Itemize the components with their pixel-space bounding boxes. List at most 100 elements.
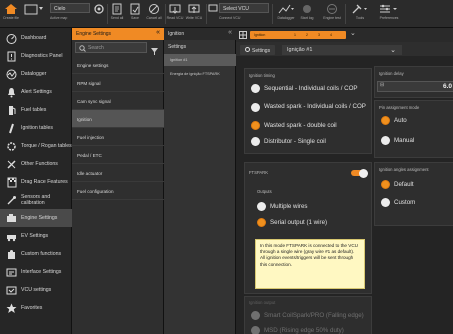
menu-item-fuel-configuration[interactable]: Fuel configuration <box>72 182 164 200</box>
tools-button[interactable]: Tools <box>348 3 372 27</box>
ignition-timing-panel: Ignition timing Sequential - Individual … <box>244 68 372 154</box>
chevron-down-icon: ⌄ <box>390 47 396 54</box>
start-log-button[interactable]: Start log <box>298 3 316 27</box>
flag-icon <box>5 176 17 188</box>
sidebar-item-torque-tables[interactable]: Torque / Rogan tables <box>0 137 72 155</box>
home-icon <box>5 4 17 14</box>
distributor-single-coil-radio[interactable]: Distributor - Single coil <box>251 136 326 146</box>
sidebar-item-diagnostics[interactable]: Diagnostics Panel <box>0 47 72 65</box>
angles-default-radio[interactable]: Default <box>381 179 414 189</box>
search-icon <box>79 45 86 52</box>
tools-icon <box>5 158 17 170</box>
main-tabs: Settings Ignição #1 ⌄ <box>236 42 453 56</box>
serial-output-radio[interactable]: Serial output (1 wire) <box>257 217 327 227</box>
connect-vcu-label: Connect VCU <box>219 16 241 20</box>
menu-item-engine-settings[interactable]: Engine settings <box>72 56 164 74</box>
sidebar-item-fuel-tables[interactable]: Fuel tables <box>0 101 72 119</box>
sidebar-item-custom-functions[interactable]: Custom functions <box>0 245 72 263</box>
ignition-angles-panel: Ignition angles assignment Default Custo… <box>374 162 453 226</box>
sidebar-item-ev-settings[interactable]: EV Settings <box>0 227 72 245</box>
puzzle-icon <box>5 248 17 260</box>
ftspark-toggle[interactable] <box>351 168 368 178</box>
sidebar-item-ignition-tables[interactable]: Ignition tables <box>0 119 72 137</box>
sidebar-item-datalogger[interactable]: Datalogger <box>0 65 72 83</box>
main-top-bar: Ignition 1 2 3 4 ⌄ <box>236 28 453 42</box>
spark-plug-icon <box>5 122 17 134</box>
multiple-wires-radio[interactable]: Multiple wires <box>257 201 307 211</box>
msd-radio[interactable]: MSD (Rising edge 50% duty) <box>251 325 344 334</box>
ignition-header: Ignition « <box>164 28 236 40</box>
engine-settings-header: Engine Settings « <box>72 28 164 40</box>
sidebar-item-sensors[interactable]: Sensors and calibration <box>0 191 72 209</box>
download-icon <box>169 4 181 14</box>
speedometer-icon <box>5 32 17 44</box>
ftspark-info-note: In this mode FTSPARK is connected to the… <box>255 239 365 289</box>
cancel-all-button[interactable]: Cancel all <box>144 3 164 27</box>
create-file-button[interactable]: Create file <box>2 3 20 27</box>
menu-item-idle-actuator[interactable]: Idle actuator <box>72 164 164 182</box>
pin-assignment-panel: Pin assignment mode Auto Manual <box>374 100 453 158</box>
save-button[interactable]: Save <box>126 3 144 27</box>
engine-settings-panel: Engine Settings « Search Engine settings… <box>72 28 164 334</box>
preferences-button[interactable]: Preferences <box>374 3 404 27</box>
settings-button[interactable] <box>92 3 106 27</box>
sensor-icon <box>5 194 17 206</box>
engine-test-icon <box>327 4 337 14</box>
star-icon <box>5 302 17 314</box>
select-vcu-dropdown[interactable]: Select VCU <box>219 3 269 13</box>
sliders-icon <box>380 4 397 13</box>
project-name-field[interactable]: Cielo <box>50 3 90 13</box>
datalogger-button[interactable]: Datalogger <box>274 3 298 27</box>
ftspark-energy-item[interactable]: Energia de ignição FTSPARK <box>164 68 236 80</box>
engine-test-button[interactable]: Engine test <box>320 3 344 27</box>
ignition-1-item[interactable]: Ignition #1 <box>164 54 236 66</box>
ev-icon <box>5 230 17 242</box>
chevron-down-icon[interactable]: ⌄ <box>350 29 356 37</box>
send-all-button[interactable]: Send all <box>108 3 126 27</box>
search-input[interactable]: Search <box>75 42 147 53</box>
vcu-icon-button[interactable] <box>208 3 218 27</box>
datalogger-icon <box>5 68 17 80</box>
sidebar-item-drag-race[interactable]: Drag Race Features <box>0 173 72 191</box>
record-icon <box>303 5 311 13</box>
menu-item-ignition[interactable]: Ignition <box>72 110 164 128</box>
ignition-delay-field[interactable]: ⊟ 6.0 <box>377 81 453 92</box>
sidebar-item-vcu-settings[interactable]: VCU settings <box>0 281 72 299</box>
pin-auto-radio[interactable]: Auto <box>381 115 407 125</box>
angles-custom-radio[interactable]: Custom <box>381 197 415 207</box>
diagnostics-icon <box>5 50 17 62</box>
chart-icon <box>278 4 294 14</box>
menu-item-cam-sync[interactable]: Cam sync signal <box>72 92 164 110</box>
menu-item-rpm-signal[interactable]: RPM signal <box>72 74 164 92</box>
wasted-spark-individual-radio[interactable]: Wasted spark - Individual coils / COP <box>251 99 366 115</box>
file-menu-button[interactable] <box>20 3 48 27</box>
sequential-cop-radio[interactable]: Sequential - Individual coils / COP <box>251 83 358 93</box>
sidebar-item-alert-settings[interactable]: Alert Settings <box>0 83 72 101</box>
monitor-icon <box>208 4 218 12</box>
read-vcu-button[interactable]: Read VCU <box>166 3 184 27</box>
ignition-delay-panel: Ignition delay ⊟ 6.0 <box>374 66 453 98</box>
main-content: Ignition 1 2 3 4 ⌄ Settings Ignição #1 ⌄… <box>236 28 453 334</box>
sidebar-item-interface-settings[interactable]: Interface Settings <box>0 263 72 281</box>
settings-title: Settings <box>168 44 187 50</box>
collapse-left-icon[interactable]: « <box>228 29 232 36</box>
collapse-left-icon[interactable]: « <box>156 29 160 36</box>
wasted-spark-double-radio[interactable]: Wasted spark - double coil <box>251 120 337 130</box>
ftspark-panel: FTSPARK Outputs Multiple wires Serial ou… <box>244 162 372 294</box>
sidebar-item-other-functions[interactable]: Other Functions <box>0 155 72 173</box>
app-window: Create file Cielo Active map Send all Sa… <box>0 0 453 334</box>
cancel-icon <box>149 4 159 14</box>
tab-settings[interactable]: Settings <box>240 45 276 55</box>
stepper-icon[interactable]: ⊟ <box>380 82 384 88</box>
menu-item-pedal-etc[interactable]: Pedal / ETC <box>72 146 164 164</box>
write-vcu-button[interactable]: Write VCU <box>184 3 204 27</box>
send-icon <box>112 3 122 15</box>
tab-ignition-1[interactable]: Ignição #1 ⌄ <box>282 45 402 55</box>
grid-icon[interactable] <box>239 31 247 39</box>
menu-item-fuel-injection[interactable]: Fuel injection <box>72 128 164 146</box>
sidebar-item-engine-settings[interactable]: Engine Settings <box>0 209 72 227</box>
pin-manual-radio[interactable]: Manual <box>381 135 414 145</box>
sidebar-item-dashboard[interactable]: Dashboard <box>0 29 72 47</box>
smart-coilspark-radio[interactable]: Smart CoilSpark/PRO (Falling edge) <box>251 310 364 320</box>
sidebar-item-favorites[interactable]: Favorites <box>0 299 72 317</box>
